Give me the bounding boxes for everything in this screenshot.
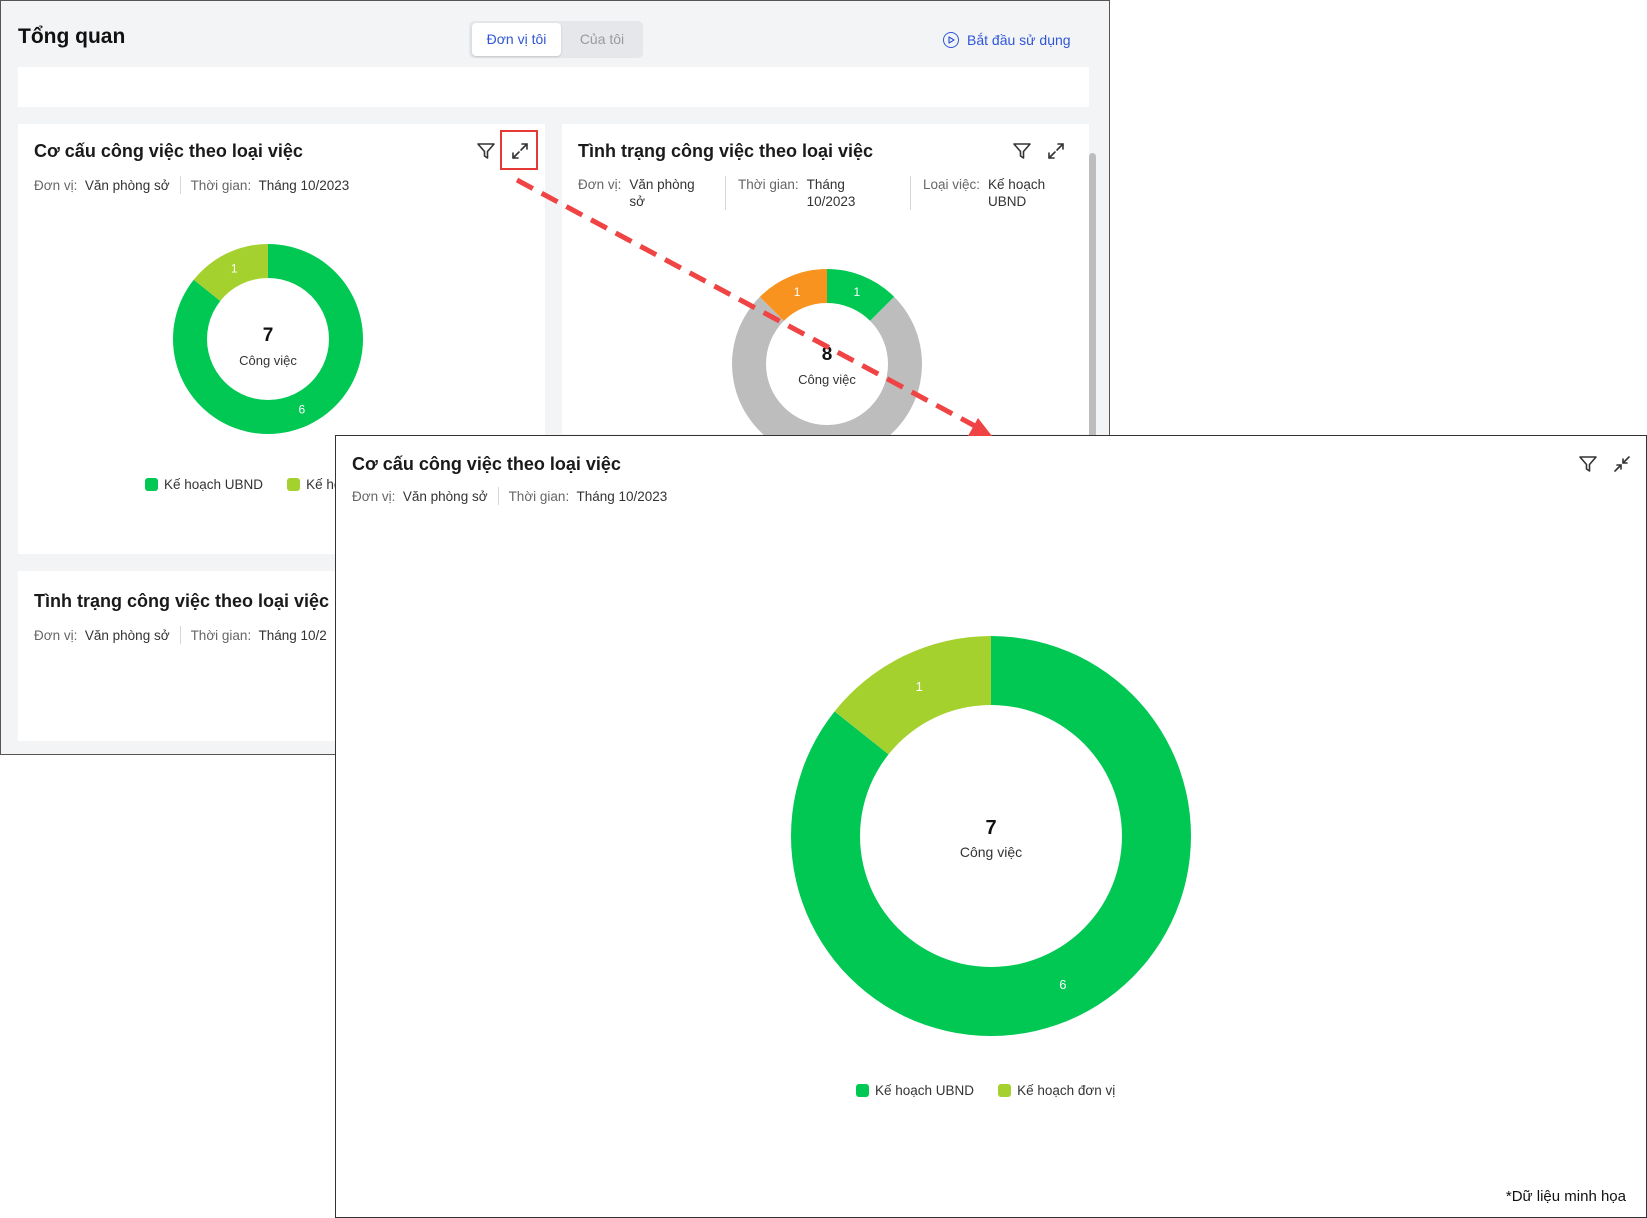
donut-chart-large: 6 1 7 Công việc: [791, 636, 1191, 1036]
meta-divider: [725, 176, 726, 210]
legend-item[interactable]: Kế hoạch UBND: [145, 477, 263, 492]
expanded-meta: Đơn vị: Văn phòng sở Thời gian: Tháng 10…: [352, 487, 667, 505]
legend-label: Kế hoạch UBND: [875, 1083, 975, 1098]
meta-value-line: Tháng: [806, 177, 845, 192]
scrollbar[interactable]: [1089, 153, 1096, 443]
card-tinh-trang-cong-viec: Tình trạng công việc theo loại việc Đơn …: [562, 124, 1089, 459]
chart-legend: Kế hoạch UBND Kế hoạch đơn vị: [856, 1083, 1115, 1098]
meta-divider: [179, 176, 181, 194]
filter-icon[interactable]: [474, 139, 498, 163]
expand-highlight-box: [500, 130, 538, 170]
legend-swatch: [856, 1084, 869, 1097]
meta-key: Thời gian:: [508, 488, 570, 504]
meta-key: Loại việc:: [923, 177, 981, 192]
donut-center-label: Công việc: [960, 844, 1022, 860]
legend-swatch: [145, 478, 158, 491]
summary-strip: [18, 67, 1089, 107]
page-title: Tổng quan: [18, 25, 126, 48]
meta-key: Thời gian:: [190, 627, 252, 643]
play-circle-icon: [943, 32, 959, 48]
meta-value: Tháng 10/2023: [807, 176, 856, 210]
meta-divider: [497, 487, 499, 505]
chart-legend: Kế hoạch UBND Kế ho: [145, 477, 341, 492]
meta-value: Tháng 10/2: [258, 627, 327, 643]
donut-total: 7: [985, 817, 996, 839]
legend-swatch: [287, 478, 301, 491]
meta-key: Đơn vị:: [578, 177, 622, 192]
legend-label: Kế hoạch UBND: [164, 477, 264, 492]
card-meta: Đơn vị: Văn phòng sở Thời gian: Tháng 10…: [34, 626, 327, 644]
slice-value-label: 6: [298, 402, 305, 416]
donut-total: 8: [822, 344, 833, 365]
filter-icon[interactable]: [1010, 139, 1034, 163]
meta-divider: [179, 626, 181, 644]
donut-chart: 6 1 7 Công việc: [173, 244, 363, 434]
meta-value: Kế hoạch UBND: [988, 176, 1045, 210]
legend-item[interactable]: Kế hoạch đơn vị: [998, 1083, 1115, 1098]
expanded-chart-window: Cơ cấu công việc theo loại việc Đơn vị: …: [335, 435, 1647, 1218]
meta-group: Thời gian: Tháng 10/2023: [738, 176, 898, 210]
slice-value-label: 1: [794, 285, 801, 299]
footnote: *Dữ liệu minh họa: [1505, 1188, 1626, 1205]
meta-key: Thời gian:: [738, 177, 799, 192]
legend-label: Kế hoạch đơn vị: [1017, 1083, 1116, 1098]
get-started-label: Bắt đầu sử dụng: [967, 32, 1071, 48]
meta-key: Đơn vị:: [34, 627, 78, 643]
expanded-title: Cơ cấu công việc theo loại việc: [352, 454, 621, 474]
legend-item[interactable]: Kế hoạch UBND: [856, 1083, 974, 1098]
slice-value-label: 1: [231, 262, 238, 276]
card-title: Cơ cấu công việc theo loại việc: [34, 141, 303, 161]
legend-swatch: [998, 1084, 1012, 1097]
get-started-link[interactable]: Bắt đầu sử dụng: [943, 29, 1071, 51]
expand-icon[interactable]: [1044, 139, 1068, 163]
legend-item[interactable]: Kế ho: [287, 477, 341, 492]
collapse-icon[interactable]: [1610, 452, 1634, 476]
meta-value-line: sở: [629, 194, 645, 209]
tab-group: Đơn vị tôi Của tôi: [469, 21, 643, 58]
card-title: Tình trạng công việc theo loại việc: [578, 141, 874, 161]
donut-center-label: Công việc: [239, 353, 297, 368]
slice-value-label: 1: [916, 679, 923, 694]
meta-value: Tháng 10/2023: [576, 488, 668, 504]
meta-group: Loại việc: Kế hoạch UBND: [923, 176, 1045, 210]
meta-key: Đơn vị:: [34, 177, 78, 193]
meta-divider: [910, 176, 911, 210]
meta-value-line: Văn phòng: [629, 177, 695, 192]
card-tinh-trang-cong-viec-2: Tình trạng công việc theo loại việc Đơn …: [18, 571, 338, 741]
meta-value: Văn phòng sở: [84, 177, 170, 193]
meta-value: Văn phòng sở: [84, 627, 170, 643]
donut-center-label: Công việc: [798, 372, 856, 387]
slice-value-label: 6: [1059, 977, 1066, 992]
slice-value-label: 1: [854, 285, 861, 299]
meta-group: Đơn vị: Văn phòng sở: [578, 176, 713, 210]
card-title: Tình trạng công việc theo loại việc: [34, 591, 330, 611]
tab-cua-toi[interactable]: Của tôi: [563, 23, 641, 56]
meta-value: Tháng 10/2023: [258, 177, 350, 193]
meta-key: Thời gian:: [190, 177, 252, 193]
meta-key: Đơn vị:: [352, 488, 396, 504]
tab-don-vi-toi[interactable]: Đơn vị tôi: [472, 23, 561, 56]
meta-value-line: Kế hoạch: [988, 177, 1046, 192]
meta-value-line: UBND: [988, 194, 1027, 209]
donut-total: 7: [263, 325, 274, 346]
meta-value-line: 10/2023: [806, 194, 856, 209]
meta-value: Văn phòng sở: [629, 176, 694, 210]
filter-icon[interactable]: [1576, 452, 1600, 476]
donut-chart: 1 1 8 Công việc: [732, 269, 922, 459]
meta-value: Văn phòng sở: [402, 488, 488, 504]
card-meta: Đơn vị: Văn phòng sở Thời gian: Tháng 10/2…: [578, 176, 1045, 210]
card-meta: Đơn vị: Văn phòng sở Thời gian: Tháng 10…: [34, 176, 349, 194]
